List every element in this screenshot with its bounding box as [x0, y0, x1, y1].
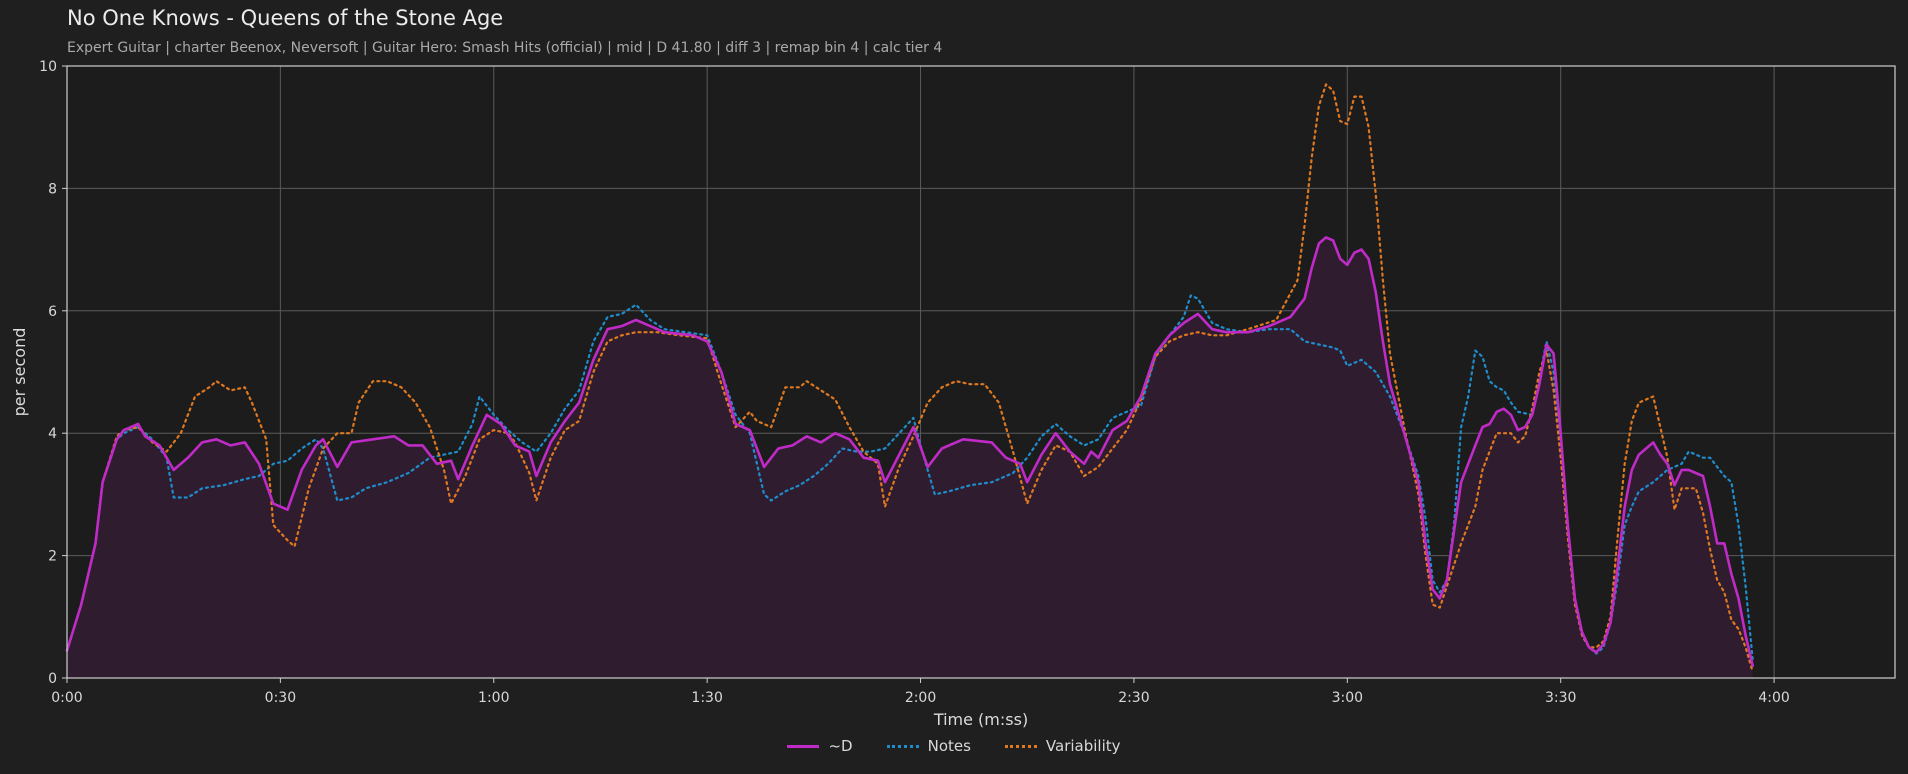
- y-tick-label: 0: [48, 671, 57, 687]
- legend-label-notes: Notes: [927, 737, 971, 755]
- legend-item-notes: Notes: [886, 737, 971, 755]
- y-tick-label: 6: [48, 304, 57, 320]
- y-axis-label: per second: [10, 328, 29, 417]
- x-tick-label: 2:30: [1118, 690, 1149, 706]
- legend-label-d: ~D: [828, 737, 853, 755]
- x-tick-label: 0:00: [51, 690, 82, 706]
- x-tick-label: 3:30: [1545, 690, 1576, 706]
- x-axis-ticks: 0:00 0:30 1:00 1:30 2:00 2:30 3:00 3:30 4:00: [51, 678, 1790, 706]
- y-tick-label: 10: [39, 59, 57, 75]
- x-tick-label: 1:30: [691, 690, 722, 706]
- x-tick-label: 2:00: [905, 690, 936, 706]
- x-axis-label: Time (m:ss): [933, 710, 1028, 729]
- x-tick-label: 3:00: [1332, 690, 1363, 706]
- x-tick-label: 4:00: [1758, 690, 1789, 706]
- legend-label-variability: Variability: [1045, 737, 1121, 755]
- legend-item-d: ~D: [787, 737, 853, 755]
- legend-swatch-d: [787, 744, 820, 748]
- x-tick-label: 1:00: [478, 690, 509, 706]
- x-tick-label: 0:30: [265, 690, 296, 706]
- y-tick-label: 2: [48, 549, 57, 565]
- y-axis-ticks: 0 2 4 6 8 10: [39, 59, 67, 687]
- legend-swatch-variability: [1004, 744, 1037, 748]
- y-tick-label: 4: [48, 426, 57, 442]
- line-chart: 0:00 0:30 1:00 1:30 2:00 2:30 3:00 3:30 4:00 0 2 4…: [10, 59, 1896, 729]
- legend-swatch-notes: [886, 744, 919, 748]
- legend-item-variability: Variability: [1004, 737, 1121, 755]
- legend: ~D Notes Variability: [0, 737, 1908, 755]
- y-tick-label: 8: [48, 181, 57, 197]
